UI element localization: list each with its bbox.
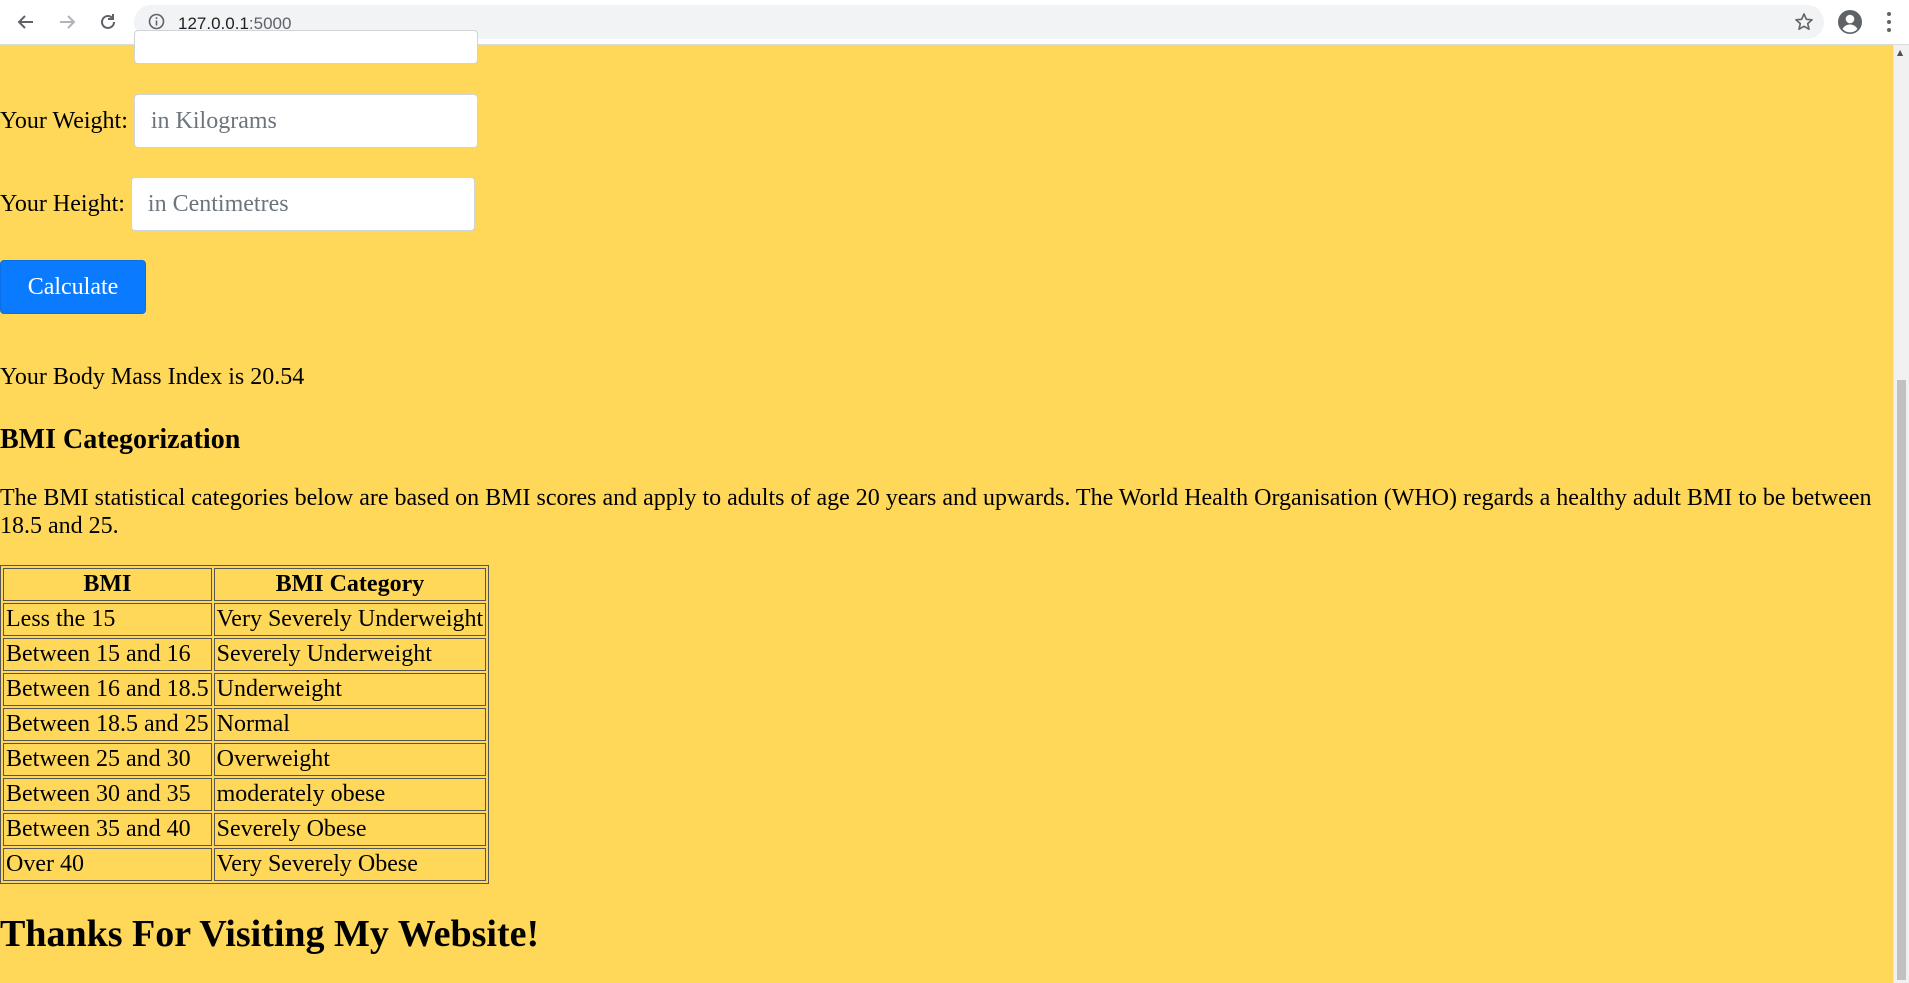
- bmi-range-cell: Between 16 and 18.5: [3, 673, 212, 706]
- table-row: Between 15 and 16 Severely Underweight: [3, 638, 487, 671]
- header-bmi-category: BMI Category: [213, 568, 487, 601]
- bmi-table: BMI BMI Category Less the 15 Very Severe…: [0, 565, 490, 884]
- table-row: Between 18.5 and 25 Normal: [3, 708, 487, 741]
- scrollbar-thumb[interactable]: [1897, 380, 1906, 980]
- header-bmi: BMI: [3, 568, 212, 601]
- categorization-heading: BMI Categorization: [0, 424, 241, 455]
- bmi-category-cell: Severely Underweight: [213, 638, 487, 671]
- bmi-result: Your Body Mass Index is 20.54: [0, 364, 305, 390]
- bmi-category-cell: Very Severely Obese: [213, 848, 487, 881]
- scroll-up-arrow-icon[interactable]: ▲: [1897, 48, 1903, 57]
- page-scrollbar[interactable]: ▲: [1893, 45, 1909, 983]
- bmi-category-cell: Overweight: [213, 743, 487, 776]
- weight-input[interactable]: in Kilograms: [133, 94, 478, 148]
- bmi-range-cell: Between 15 and 16: [3, 638, 212, 671]
- table-row: Between 30 and 35 moderately obese: [3, 778, 487, 811]
- weight-label: Your Weight:: [0, 107, 128, 134]
- table-row: Over 40 Very Severely Obese: [3, 848, 487, 881]
- height-label: Your Height:: [0, 190, 125, 217]
- bmi-category-cell: Underweight: [213, 673, 487, 706]
- bmi-range-cell: Between 18.5 and 25: [3, 708, 212, 741]
- table-row: Less the 15 Very Severely Underweight: [3, 603, 487, 636]
- bmi-range-cell: Between 25 and 30: [3, 743, 212, 776]
- table-row: Between 16 and 18.5 Underweight: [3, 673, 487, 706]
- partial-input-field[interactable]: [134, 30, 478, 64]
- bmi-range-cell: Between 30 and 35: [3, 778, 212, 811]
- bmi-category-cell: Normal: [213, 708, 487, 741]
- table-row: Between 25 and 30 Overweight: [3, 743, 487, 776]
- profile-icon[interactable]: [1837, 9, 1863, 40]
- bmi-range-cell: Over 40: [3, 848, 212, 881]
- categorization-description: The BMI statistical categories below are…: [0, 485, 1872, 539]
- star-icon[interactable]: [1794, 12, 1814, 37]
- bmi-category-cell: moderately obese: [213, 778, 487, 811]
- weight-field: Your Weight: in Kilograms: [0, 94, 478, 148]
- weight-placeholder: in Kilograms: [150, 107, 277, 134]
- height-input[interactable]: in Centimetres: [130, 177, 475, 231]
- bmi-category-cell: Severely Obese: [213, 813, 487, 846]
- kebab-menu-icon[interactable]: [1886, 9, 1892, 40]
- thanks-heading: Thanks For Visiting My Website!: [0, 913, 540, 955]
- bmi-range-cell: Less the 15: [3, 603, 212, 636]
- table-row: Between 35 and 40 Severely Obese: [3, 813, 487, 846]
- calculate-button[interactable]: Calculate: [0, 260, 146, 314]
- bmi-category-cell: Very Severely Underweight: [213, 603, 487, 636]
- back-arrow-icon[interactable]: [12, 8, 40, 36]
- reload-icon[interactable]: [94, 8, 122, 36]
- forward-arrow-icon[interactable]: [53, 8, 81, 36]
- bmi-range-cell: Between 35 and 40: [3, 813, 212, 846]
- height-placeholder: in Centimetres: [147, 190, 289, 217]
- height-field: Your Height: in Centimetres: [0, 177, 475, 231]
- table-header-row: BMI BMI Category: [3, 568, 487, 601]
